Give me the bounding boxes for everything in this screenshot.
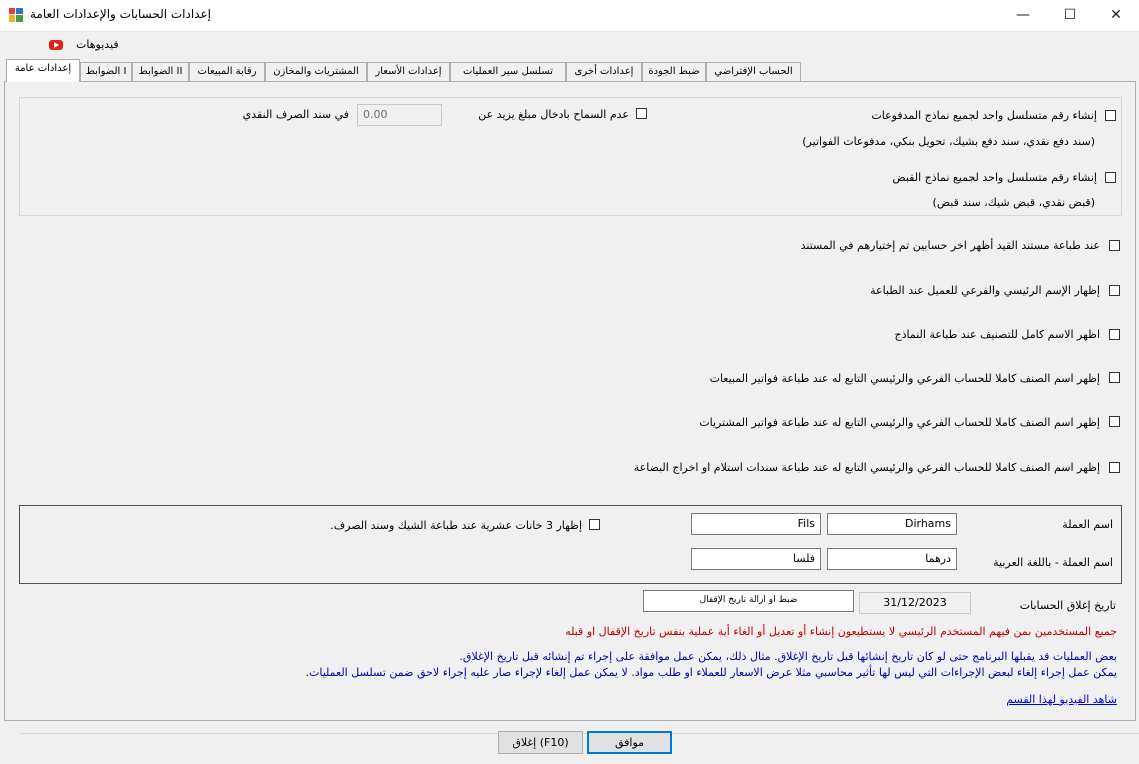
set-closing-date-button[interactable]: ضبط او ازالة تاريخ الإقفال [643, 590, 854, 612]
minimize-button[interactable]: — [1000, 0, 1046, 30]
maximize-icon: ☐ [1063, 7, 1077, 23]
app-icon [9, 8, 23, 22]
unified-receipts-checkbox[interactable] [1105, 172, 1116, 183]
limit-amount-checkbox[interactable] [636, 108, 647, 119]
currency-arabic-major-input[interactable]: درهما [827, 548, 957, 570]
tab-controls-1[interactable]: الضوابط I [80, 62, 132, 81]
currency-arabic-label: اسم العملة - باللغة العربية [993, 556, 1113, 569]
menu-videos[interactable]: فيديوهات [76, 38, 119, 51]
three-decimals-label: إظهار 3 خانات عشرية عند طباعة الشيك وسند… [330, 519, 582, 532]
tab-purchases-inventory[interactable]: المشتريات والمخازن [265, 62, 367, 81]
closing-date-label: تاريخ إغلاق الحسابات [1019, 599, 1116, 612]
option-label-4: إظهر اسم الصنف كاملا للحساب الفرعي والرئ… [709, 372, 1100, 385]
closing-info-2: يمكن عمل إجراء إلغاء لبعض الإجراءات التي… [305, 666, 1118, 679]
option-label-1: عند طباعة مستند القيد أظهر اخر حسابين تم… [800, 239, 1100, 252]
limit-amount-input[interactable]: 0.00 [357, 104, 442, 126]
closing-warning: جميع المستخدمين بمن فيهم المستخدم الرئيس… [565, 625, 1117, 638]
option-checkbox-5[interactable] [1109, 416, 1120, 427]
unified-payments-checkbox[interactable] [1105, 110, 1116, 121]
option-checkbox-4[interactable] [1109, 372, 1120, 383]
unified-payments-hint: (سند دفع نقدي، سند دفع بشيك، تحويل بنكي،… [802, 135, 1095, 148]
youtube-icon [49, 40, 63, 50]
option-checkbox-6[interactable] [1109, 462, 1120, 473]
ok-button[interactable]: موافق [587, 731, 672, 754]
window-title: إعدادات الحسابات والإعدادات العامة [30, 7, 211, 21]
tab-controls-2[interactable]: الضوابط II [132, 62, 189, 81]
currency-arabic-minor-input[interactable]: فلسا [691, 548, 821, 570]
tab-sales-control[interactable]: رقابة المبيعات [189, 62, 265, 81]
limit-amount-label: عدم السماح بادخال مبلغ يزيد عن [478, 108, 629, 121]
close-icon: ✕ [1110, 7, 1122, 23]
three-decimals-checkbox[interactable] [589, 519, 600, 530]
closing-date-input[interactable]: 31/12/2023 [859, 592, 971, 614]
unified-payments-label: إنشاء رقم متسلسل واحد لجميع نماذج المدفو… [871, 109, 1097, 122]
tab-default-account[interactable]: الحساب الإفتراضي [706, 62, 801, 81]
unified-receipts-label: إنشاء رقم متسلسل واحد لجميع نماذج القبض [892, 171, 1097, 184]
option-label-2: إظهار الإسم الرئيسي والفرعي للعميل عند ا… [870, 284, 1100, 297]
option-label-5: إظهر اسم الصنف كاملا للحساب الفرعي والرئ… [699, 416, 1100, 429]
maximize-button[interactable]: ☐ [1047, 0, 1093, 30]
option-checkbox-1[interactable] [1109, 240, 1120, 251]
currency-name-label: اسم العملة [1062, 518, 1113, 531]
option-checkbox-2[interactable] [1109, 285, 1120, 296]
limit-amount-suffix: في سند الصرف النقدي [242, 108, 349, 121]
tab-pricing-settings[interactable]: إعدادات الأسعار [367, 62, 450, 81]
close-window-button[interactable]: ✕ [1093, 0, 1139, 30]
option-checkbox-3[interactable] [1109, 329, 1120, 340]
option-label-3: اظهر الاسم كامل للتصنيف عند طباعة النماذ… [894, 328, 1100, 341]
minimize-icon: — [1016, 7, 1030, 23]
closing-info-1: بعض العمليات قد يقبلها البرنامج حتى لو ك… [459, 650, 1117, 663]
tab-quality-control[interactable]: ضبط الجودة [642, 62, 706, 81]
unified-receipts-hint: (قبض نقدي، قبض شيك، سند قبض) [932, 196, 1095, 209]
currency-name-major-input[interactable]: Dirhams [827, 513, 957, 535]
watch-video-link[interactable]: شاهد الفيديو لهذا القسم [1006, 693, 1117, 706]
tab-workflow-sequence[interactable]: تسلسل سير العمليات [450, 62, 566, 81]
tab-general-settings[interactable]: إعدادات عامة [6, 59, 80, 82]
tab-other-settings[interactable]: إعدادات أخرى [566, 62, 642, 81]
close-button[interactable]: إغلاق (F10) [498, 731, 583, 754]
currency-name-minor-input[interactable]: Fils [691, 513, 821, 535]
option-label-6: إظهر اسم الصنف كاملا للحساب الفرعي والرئ… [633, 461, 1100, 474]
